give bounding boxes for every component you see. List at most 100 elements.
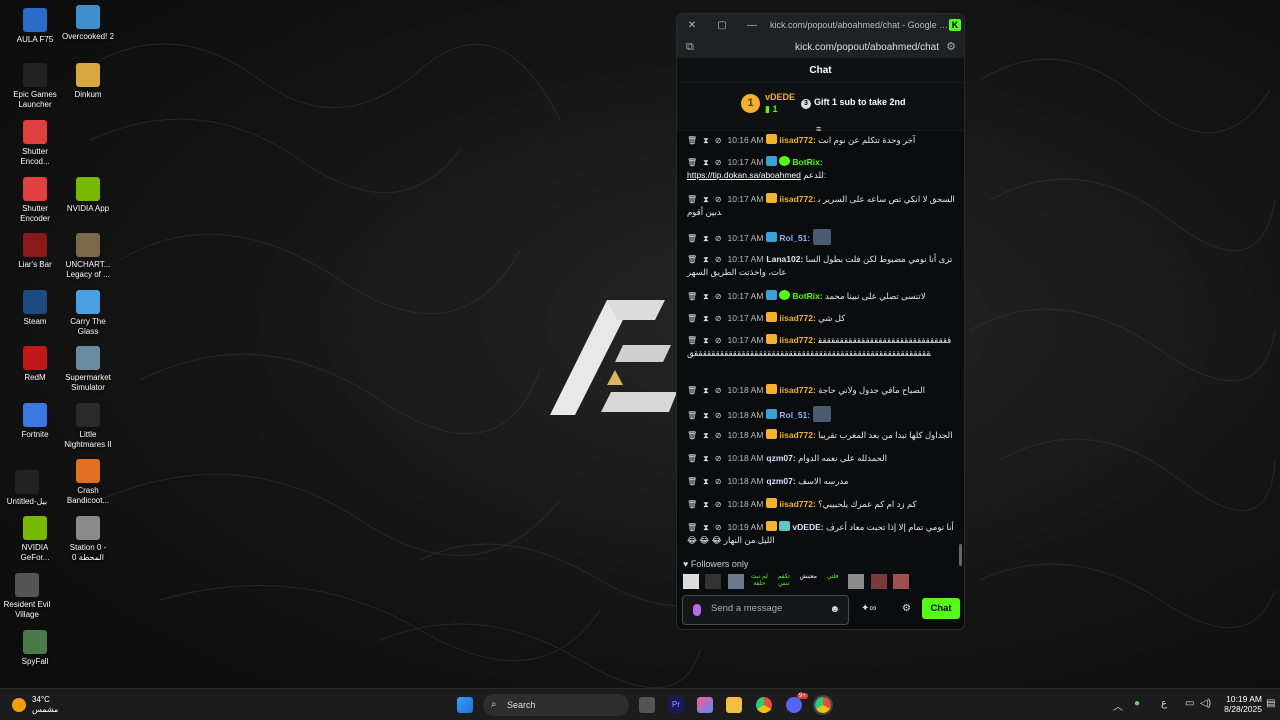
desktop-icon[interactable]: Supermarket Simulator (61, 346, 115, 392)
mod-badge-icon[interactable] (766, 156, 778, 166)
delete-icon[interactable]: 🗑 (687, 386, 697, 395)
desktop-icon[interactable]: Overcooked! 2 (61, 5, 115, 42)
chat-message[interactable]: 🗑 ⧗ ⊘ 10:18 AM iisad772: الصباح مافي جدول ول… (687, 384, 955, 397)
desktop-icon[interactable]: Shutter Encod... (8, 120, 62, 166)
chat-message[interactable]: 🗑 ⧗ ⊘ 10:18 AM qzm07: مدرسه الاسف (687, 475, 955, 488)
desktop-icon[interactable]: Carry The Glass (61, 290, 115, 336)
maximize-icon[interactable]: ▢ (707, 20, 737, 31)
desktop-icon[interactable]: NVIDIA GeFor... (8, 516, 62, 562)
message-username[interactable]: iisad772: (779, 385, 815, 395)
task-view-icon[interactable] (639, 697, 655, 713)
delete-icon[interactable]: 🗑 (687, 477, 697, 486)
delete-icon[interactable]: 🗑 (687, 255, 697, 264)
message-input-box[interactable]: ☻ (682, 595, 849, 625)
delete-icon[interactable]: 🗑 (687, 195, 697, 204)
site-info-icon[interactable]: ⧉ (686, 41, 694, 54)
close-icon[interactable]: ✕ (677, 20, 707, 31)
emote-item[interactable] (727, 574, 744, 590)
clock[interactable]: 10:19 AM 8/28/2025 (1222, 694, 1262, 714)
delete-icon[interactable]: 🗑 (687, 158, 697, 167)
ban-icon[interactable]: ⊘ (715, 336, 722, 345)
chat-message[interactable]: 🗑 ⧗ ⊘ 10:17 AM Lana102: ترى أنا نومي مضبوط ل… (687, 253, 955, 279)
timeout-icon[interactable]: ⧗ (703, 234, 709, 243)
message-username[interactable]: iisad772: (779, 313, 815, 323)
desktop-icon[interactable]: Dinkum (61, 63, 115, 100)
delete-icon[interactable]: 🗑 (687, 234, 697, 243)
chat-message[interactable]: 🗑 ⧗ ⊘ 10:18 AM iisad772: كم زد ام كم عمرك يل… (687, 498, 955, 511)
message-username[interactable]: BotRix: (792, 157, 822, 167)
tray-expand-icon[interactable]: ︿ (1113, 698, 1123, 713)
emote-item[interactable] (870, 574, 887, 590)
message-username[interactable]: iisad772: (779, 335, 815, 345)
chat-message[interactable]: 🗑 ⧗ ⊘ 10:17 AM iisad772: كل شي (687, 312, 955, 325)
message-username[interactable]: Rol_51: (779, 410, 810, 420)
timeout-icon[interactable]: ⧗ (703, 411, 709, 420)
delete-icon[interactable]: 🗑 (687, 411, 697, 420)
desktop-icon[interactable]: AULA F75 (8, 8, 62, 45)
mic-icon[interactable] (693, 604, 701, 616)
address-url[interactable]: kick.com/popout/aboahmed/chat (795, 42, 939, 53)
emote-item[interactable]: تكفم تنس (775, 574, 793, 589)
crown-badge-icon[interactable] (766, 429, 778, 439)
desktop-icon[interactable]: Little Nightmares II (61, 403, 115, 449)
sub-badge-icon[interactable] (779, 521, 791, 531)
chat-message[interactable]: 🗑 ⧗ ⊘ 10:18 AM iisad772: الجداول كلها تبدا م… (687, 429, 955, 442)
timeout-icon[interactable]: ⧗ (703, 195, 709, 204)
ban-icon[interactable]: ⊘ (715, 477, 722, 486)
send-chat-button[interactable]: Chat (922, 598, 960, 619)
desktop-icon[interactable]: RedM (8, 346, 62, 383)
delete-icon[interactable]: 🗑 (687, 136, 697, 145)
chat-message[interactable]: 🗑 ⧗ ⊘ 10:17 AM iisad772: السحق لا انكي تص سا… (687, 193, 955, 219)
timeout-icon[interactable]: ⧗ (703, 292, 709, 301)
timeout-icon[interactable]: ⧗ (703, 386, 709, 395)
ban-icon[interactable]: ⊘ (715, 386, 722, 395)
desktop-icon[interactable]: Shutter Encoder (8, 177, 62, 223)
minimize-icon[interactable]: — (737, 20, 767, 31)
mod-badge-icon[interactable] (766, 409, 778, 419)
ban-icon[interactable]: ⊘ (715, 500, 722, 509)
ban-icon[interactable]: ⊘ (715, 431, 722, 440)
crown-badge-icon[interactable] (766, 193, 778, 203)
ban-icon[interactable]: ⊘ (715, 454, 722, 463)
chat-message[interactable]: 🗑 ⧗ ⊘ 10:17 AM BotRix: لاتنسى تصلي على نبينا… (687, 290, 955, 303)
ban-icon[interactable]: ⊘ (715, 195, 722, 204)
message-username[interactable]: Rol_51: (779, 233, 810, 243)
emote-item[interactable] (683, 574, 699, 590)
message-username[interactable]: iisad772: (779, 430, 815, 440)
chat-message[interactable]: 🗑 ⧗ ⊘ 10:17 AM iisad772: ‏قققققققققققققققققق… (687, 334, 955, 360)
emote-item[interactable] (848, 574, 865, 590)
chat-message[interactable]: 🗑 ⧗ ⊘ 10:18 AM qzm07: الحمدلله على نعمه الدو… (687, 452, 955, 465)
kick-emotes-icon[interactable]: ✦∞ (861, 603, 877, 614)
desktop-icon[interactable]: UNCHART... Legacy of ... (61, 233, 115, 279)
delete-icon[interactable]: 🗑 (687, 314, 697, 323)
delete-icon[interactable]: 🗑 (687, 454, 697, 463)
message-username[interactable]: qzm07: (766, 476, 795, 486)
chat-message[interactable]: 🗑 ⧗ ⊘ 10:17 AM BotRix: https://tip.dokan.sa/… (687, 156, 955, 182)
timeout-icon[interactable]: ⧗ (703, 314, 709, 323)
chat-message[interactable]: 🗑 ⧗ ⊘ 10:16 AM iisad772: آخر وحدة تتكلم عن ن… (687, 134, 955, 147)
volume-icon[interactable]: ◁) (1200, 698, 1211, 709)
timeout-icon[interactable]: ⧗ (703, 431, 709, 440)
emote-item[interactable]: معتبش (799, 574, 817, 589)
leaderboard-banner[interactable]: 1 vDEDE ▮ 1 3 Gift 1 sub to take 2nd ≡ (677, 83, 964, 134)
premiere-pro-icon[interactable]: Pr (668, 697, 684, 713)
timeout-icon[interactable]: ⧗ (703, 454, 709, 463)
desktop-icon[interactable]: SpyFall (8, 630, 62, 667)
ban-icon[interactable]: ⊘ (715, 314, 722, 323)
timeout-icon[interactable]: ⧗ (703, 136, 709, 145)
desktop-icon[interactable]: Epic Games Launcher (8, 63, 62, 109)
tune-icon[interactable]: ⚙ (946, 40, 956, 53)
desktop-icon[interactable]: Station 0 - المحطة 0 (61, 516, 115, 562)
message-username[interactable]: Lana102: (766, 254, 803, 264)
mic-tray-icon[interactable]: ● (1134, 698, 1140, 709)
file-explorer-icon[interactable] (726, 697, 742, 713)
emote-item[interactable]: لم نبث حلقة (750, 574, 768, 589)
chat-message[interactable]: 🗑 ⧗ ⊘ 10:18 AM Rol_51: (687, 406, 955, 422)
delete-icon[interactable]: 🗑 (687, 523, 697, 532)
delete-icon[interactable]: 🗑 (687, 292, 697, 301)
timeout-icon[interactable]: ⧗ (703, 255, 709, 264)
timeout-icon[interactable]: ⧗ (703, 477, 709, 486)
notification-icon[interactable]: ▤ (1266, 698, 1275, 709)
ban-icon[interactable]: ⊘ (715, 411, 722, 420)
ban-icon[interactable]: ⊘ (715, 234, 722, 243)
